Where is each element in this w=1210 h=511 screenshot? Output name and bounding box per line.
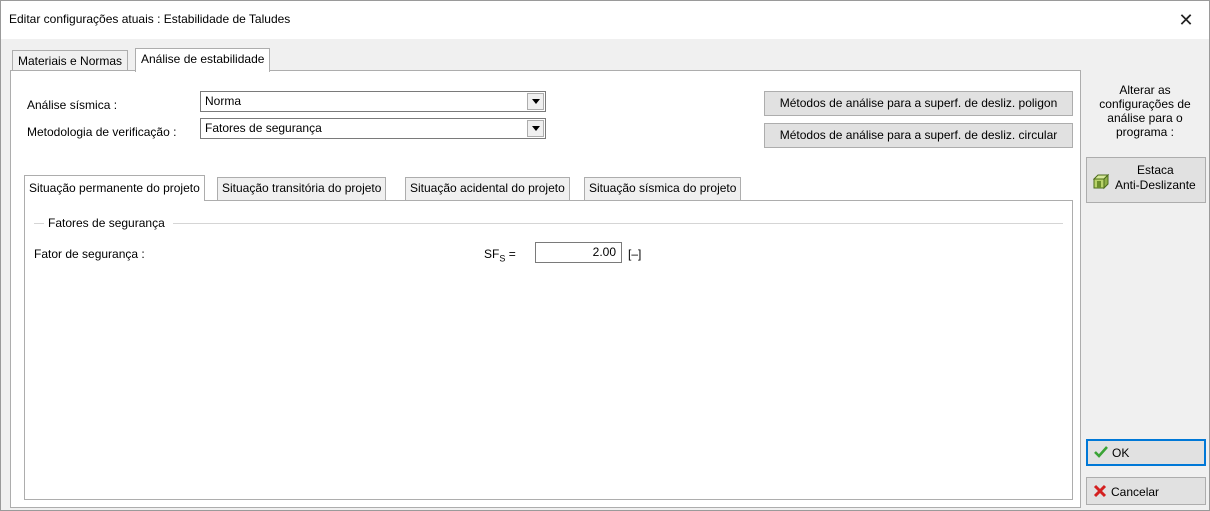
sf-symbol-label: SFS = [484,247,516,264]
cancel-label: Cancelar [1111,485,1160,499]
circular-methods-label: Métodos de análise para a superf. de des… [779,128,1058,142]
subtab-label: Situação transitória do projeto [222,181,382,195]
seismic-analysis-select[interactable]: Norma [200,91,546,112]
ok-label: OK [1112,446,1130,460]
pile-icon [1092,173,1110,193]
subtab-label: Situação sísmica do projeto [589,181,737,195]
tab-label: Materiais e Normas [18,54,123,68]
safety-factor-label: Fator de segurança : [34,247,145,261]
subtab-situacao-acidental[interactable]: Situação acidental do projeto [405,177,570,200]
program-button-line: Anti-Deslizante [1115,178,1196,192]
cancel-button[interactable]: Cancelar [1086,477,1206,505]
window-title: Editar configurações atuais : Estabilida… [9,12,291,26]
tab-materiais-e-normas[interactable]: Materiais e Normas [12,50,129,72]
methodology-select[interactable]: Fatores de segurança [200,118,546,139]
dialog-window: Editar configurações atuais : Estabilida… [0,0,1210,511]
subtab-label: Situação acidental do projeto [410,181,565,195]
seismic-analysis-value: Norma [205,94,242,108]
ok-button[interactable]: OK [1086,439,1206,466]
group-divider [34,223,44,224]
close-button[interactable]: ✕ [1163,1,1209,39]
circular-methods-button[interactable]: Métodos de análise para a superf. de des… [764,123,1073,148]
sidebar-caption: Alterar as configurações de análise para… [1099,83,1191,139]
safety-factor-value: 2.00 [592,245,616,259]
estaca-anti-deslizante-button[interactable]: Estaca Anti-Deslizante [1086,157,1206,203]
check-icon [1094,445,1108,462]
methodology-value: Fatores de segurança [205,121,322,135]
program-button-line: Estaca [1137,163,1174,177]
subtab-situacao-sismica[interactable]: Situação sísmica do projeto [584,177,742,200]
chevron-down-icon [527,93,544,110]
group-title: Fatores de segurança [48,216,165,230]
safety-factor-input[interactable]: 2.00 [535,242,622,263]
subtab-situacao-permanente[interactable]: Situação permanente do projeto [24,175,205,201]
cancel-icon [1093,484,1107,501]
methodology-label: Metodologia de verificação : [27,125,177,139]
tab-label: Análise de estabilidade [141,52,265,66]
close-icon: ✕ [1178,9,1194,30]
tab-analise-de-estabilidade[interactable]: Análise de estabilidade [135,48,271,72]
chevron-down-icon [527,120,544,137]
seismic-analysis-label: Análise sísmica : [27,98,118,112]
safety-factor-unit: [–] [628,247,642,261]
title-bar: Editar configurações atuais : Estabilida… [1,1,1209,39]
group-divider [173,223,1063,224]
polygon-methods-label: Métodos de análise para a superf. de des… [779,96,1058,110]
subtab-situacao-transitoria[interactable]: Situação transitória do projeto [217,177,387,200]
subtab-label: Situação permanente do projeto [29,181,200,195]
polygon-methods-button[interactable]: Métodos de análise para a superf. de des… [764,91,1073,116]
